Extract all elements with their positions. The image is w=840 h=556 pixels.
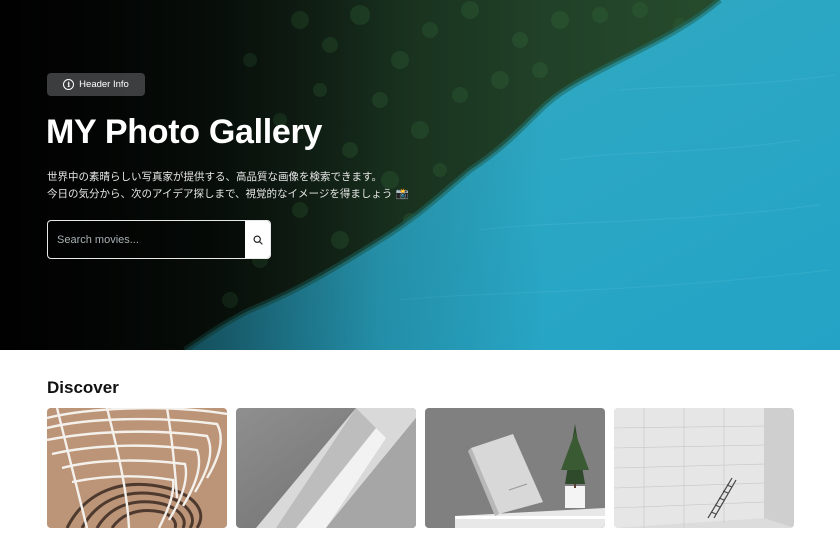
header-info-label: Header Info xyxy=(79,79,129,90)
search-form xyxy=(47,220,271,259)
white-wall-image xyxy=(614,408,794,528)
hero-subtitle-line-2: 今日の気分から、次のアイデア探しまで、視覚的なイメージを得ましょう 📸 xyxy=(47,188,409,200)
wire-chair-image xyxy=(47,408,227,528)
hero-subtitle: 世界中の素晴らしい写真家が提供する、高品質な画像を検索できます。 今日の気分から… xyxy=(47,169,409,203)
photo-card-wire-chair[interactable] xyxy=(47,408,227,528)
search-icon xyxy=(252,234,263,245)
info-icon: i xyxy=(63,79,75,90)
header-info-button[interactable]: i Header Info xyxy=(47,73,145,96)
photo-card-white-geometric[interactable] xyxy=(236,408,416,528)
photo-card-book-and-plant[interactable] xyxy=(425,408,605,528)
book-and-plant-image xyxy=(425,408,605,528)
photo-grid xyxy=(47,408,794,528)
search-button[interactable] xyxy=(245,221,270,258)
discover-heading: Discover xyxy=(47,378,119,397)
search-input[interactable] xyxy=(48,221,245,258)
hero-section: i Header Info MY Photo Gallery 世界中の素晴らしい… xyxy=(0,0,840,350)
white-geometric-image xyxy=(236,408,416,528)
page-title: MY Photo Gallery xyxy=(46,113,323,151)
photo-card-white-wall[interactable] xyxy=(614,408,794,528)
hero-subtitle-line-1: 世界中の素晴らしい写真家が提供する、高品質な画像を検索できます。 xyxy=(47,171,382,183)
